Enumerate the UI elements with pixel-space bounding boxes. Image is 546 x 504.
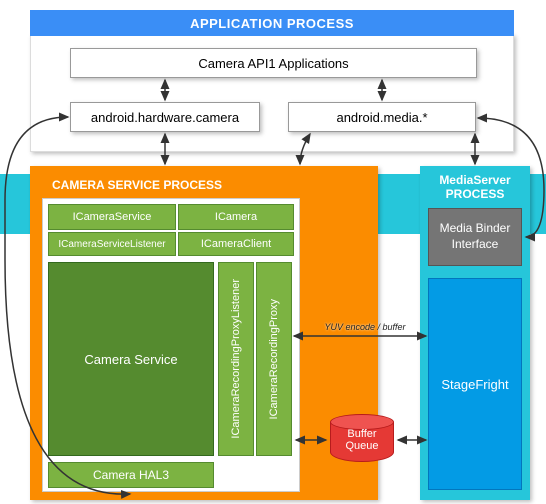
camera-service-process-title-text: CAMERA SERVICE PROCESS	[52, 178, 222, 192]
android-media-text: android.media.*	[336, 110, 427, 125]
media-binder-interface-text: Media Binder Interface	[429, 221, 521, 252]
media-binder-interface: Media Binder Interface	[428, 208, 522, 266]
icamera-service-listener-text: ICameraServiceListener	[58, 239, 165, 250]
app-process-title: APPLICATION PROCESS	[30, 10, 514, 36]
icamera-client: ICameraClient	[178, 232, 294, 256]
stagefright-text: StageFright	[441, 377, 508, 392]
camera-api-apps-text: Camera API1 Applications	[198, 56, 348, 71]
android-media: android.media.*	[288, 102, 476, 132]
camera-service-process-title: CAMERA SERVICE PROCESS	[46, 174, 271, 196]
camera-service-text: Camera Service	[84, 352, 177, 367]
recording-proxy-listener-text: ICameraRecordingProxyListener	[230, 279, 242, 439]
mediaserver-process-title: MediaServer PROCESS	[420, 170, 530, 204]
android-hardware-camera-text: android.hardware.camera	[91, 110, 239, 125]
camera-service: Camera Service	[48, 262, 214, 456]
encode-label-text: YUV encode / buffer	[324, 322, 405, 332]
encode-label: YUV encode / buffer	[310, 322, 420, 332]
icamera: ICamera	[178, 204, 294, 230]
icamera-service-text: ICameraService	[73, 211, 152, 223]
app-process-title-text: APPLICATION PROCESS	[190, 16, 354, 31]
mediaserver-process-title-text: MediaServer PROCESS	[420, 173, 530, 202]
diagram-canvas: APPLICATION PROCESS Camera API1 Applicat…	[0, 0, 546, 504]
recording-proxy-text: ICameraRecordingProxy	[268, 299, 280, 419]
icamera-client-text: ICameraClient	[201, 238, 271, 250]
camera-hal3: Camera HAL3	[48, 462, 214, 488]
camera-api-apps: Camera API1 Applications	[70, 48, 477, 78]
icamera-text: ICamera	[215, 211, 257, 223]
buffer-queue: Buffer Queue	[330, 414, 394, 462]
buffer-queue-text: Buffer Queue	[345, 428, 378, 452]
icamera-service: ICameraService	[48, 204, 176, 230]
android-hardware-camera: android.hardware.camera	[70, 102, 260, 132]
recording-proxy-listener: ICameraRecordingProxyListener	[218, 262, 254, 456]
recording-proxy: ICameraRecordingProxy	[256, 262, 292, 456]
stagefright: StageFright	[428, 278, 522, 490]
icamera-service-listener: ICameraServiceListener	[48, 232, 176, 256]
camera-hal3-text: Camera HAL3	[93, 468, 169, 482]
